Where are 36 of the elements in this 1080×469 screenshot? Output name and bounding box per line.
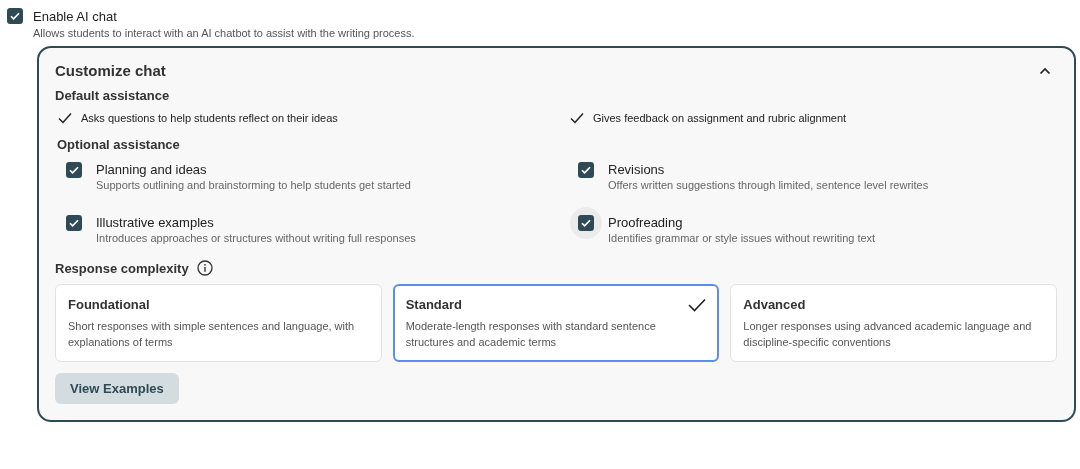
option-card[interactable]: Foundational Short responses with simple sentences and language, with explanations of terms [55,284,382,362]
feature-text: Asks questions to help students reflect on their ideas [81,112,338,124]
section-heading: Response complexity [55,260,189,276]
option-description: Longer responses using advanced academic language and discipline-specific conventions [743,319,1033,350]
option-title: Advanced [743,297,806,312]
checkbox[interactable] [66,162,82,178]
checkbox[interactable] [7,8,23,24]
checkbox[interactable] [578,162,594,178]
checkbox-label: Planning and ideas [96,162,208,178]
section-heading: Default assistance [55,88,171,103]
checkbox-label: Revisions [608,162,666,178]
checkbox-label: Illustrative examples [96,215,215,231]
section-heading: Optional assistance [57,137,181,152]
view-examples-button[interactable]: View Examples [55,373,179,404]
checkbox[interactable] [66,215,82,231]
option-card[interactable]: Standard Moderate-length responses with standard sentence structures and academic terms [392,284,720,362]
option-title: Standard [405,297,462,312]
check-icon [570,112,584,124]
check-icon [58,112,72,124]
description-text: Introduces approaches or structures without writing full responses [96,231,416,246]
checkbox-label: Proofreading [608,215,684,231]
collapse-icon[interactable] [1039,66,1051,75]
panel-title: Customize chat [55,62,166,79]
checkbox[interactable] [578,215,594,231]
check-icon [688,297,707,312]
option-title: Foundational [68,297,150,312]
checkbox-label: Enable AI chat [33,8,118,26]
feature-text: Gives feedback on assignment and rubric alignment [593,112,847,124]
description-text: Identifies grammar or style issues without rewriting text [608,231,876,246]
description-text: Allows students to interact with an AI chatbot to assist with the writing process. [33,26,415,40]
option-description: Short responses with simple sentences and language, with explanations of terms [68,319,356,350]
info-icon[interactable] [196,260,213,276]
option-description: Moderate-length responses with standard sentence structures and academic terms [405,319,657,350]
description-text: Offers written suggestions through limited, sentence level rewrites [608,178,929,193]
description-text: Supports outlining and brainstorming to help students get started [96,178,411,193]
option-card[interactable]: Advanced Longer responses using advanced academic language and discipline-specific conventions [730,284,1057,362]
